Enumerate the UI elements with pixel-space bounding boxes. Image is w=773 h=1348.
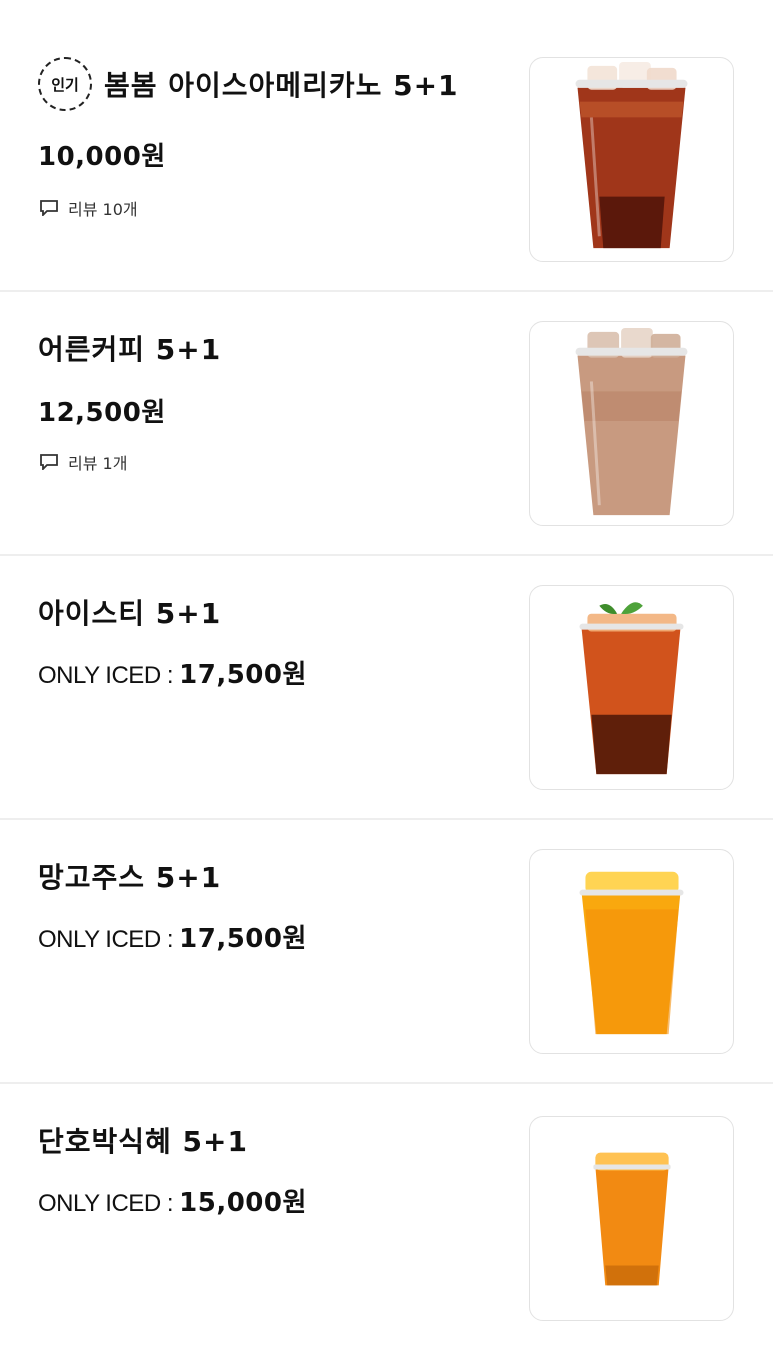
item-name-row: 인기 봄봄 아이스아메리카노 5+1 [38, 57, 459, 111]
item-image[interactable] [529, 57, 734, 262]
iced-only-label: ONLY ICED : [38, 662, 180, 689]
menu-item[interactable]: 인기 봄봄 아이스아메리카노 5+1 10,000원 리뷰 10개 [0, 28, 773, 292]
item-name: 어른커피 5+1 [38, 333, 222, 366]
iced-latte-cup-icon [575, 327, 688, 516]
item-price: 12,500원 [38, 398, 166, 428]
item-image[interactable] [529, 1116, 734, 1321]
cut-off-header [0, 0, 773, 14]
iced-only-label: ONLY ICED : [38, 1190, 180, 1217]
item-name: 망고주스 5+1 [38, 861, 222, 894]
item-price: ONLY ICED : 17,500원 [38, 660, 307, 690]
iced-americano-cup-icon [575, 61, 688, 249]
item-name: 단호박식혜 5+1 [38, 1125, 248, 1158]
item-price: ONLY ICED : 15,000원 [38, 1188, 307, 1218]
menu-item[interactable]: 어른커피 5+1 12,500원 리뷰 1개 [0, 292, 773, 556]
popular-badge: 인기 [38, 57, 92, 111]
menu-item[interactable]: 망고주스 5+1 ONLY ICED : 17,500원 [0, 820, 773, 1084]
item-image[interactable] [529, 849, 734, 1054]
menu-item[interactable]: 아이스티 5+1 ONLY ICED : 17,500원 [0, 556, 773, 820]
review-count[interactable]: 리뷰 10개 [40, 196, 138, 220]
menu-item[interactable]: 단호박식혜 5+1 ONLY ICED : 15,000원 [0, 1084, 773, 1348]
review-count[interactable]: 리뷰 1개 [40, 450, 127, 474]
item-name: 봄봄 아이스아메리카노 5+1 [104, 69, 459, 102]
mango-juice-cup-icon [579, 871, 684, 1035]
pumpkin-sikhye-cup-icon [593, 1152, 671, 1286]
item-image[interactable] [529, 321, 734, 526]
speech-bubble-icon [40, 200, 58, 216]
item-price: 10,000원 [38, 142, 166, 172]
item-price: ONLY ICED : 17,500원 [38, 924, 307, 954]
iced-tea-cup-icon [579, 602, 684, 775]
speech-bubble-icon [40, 454, 58, 470]
item-name: 아이스티 5+1 [38, 597, 222, 630]
item-image[interactable] [529, 585, 734, 790]
iced-only-label: ONLY ICED : [38, 926, 180, 953]
